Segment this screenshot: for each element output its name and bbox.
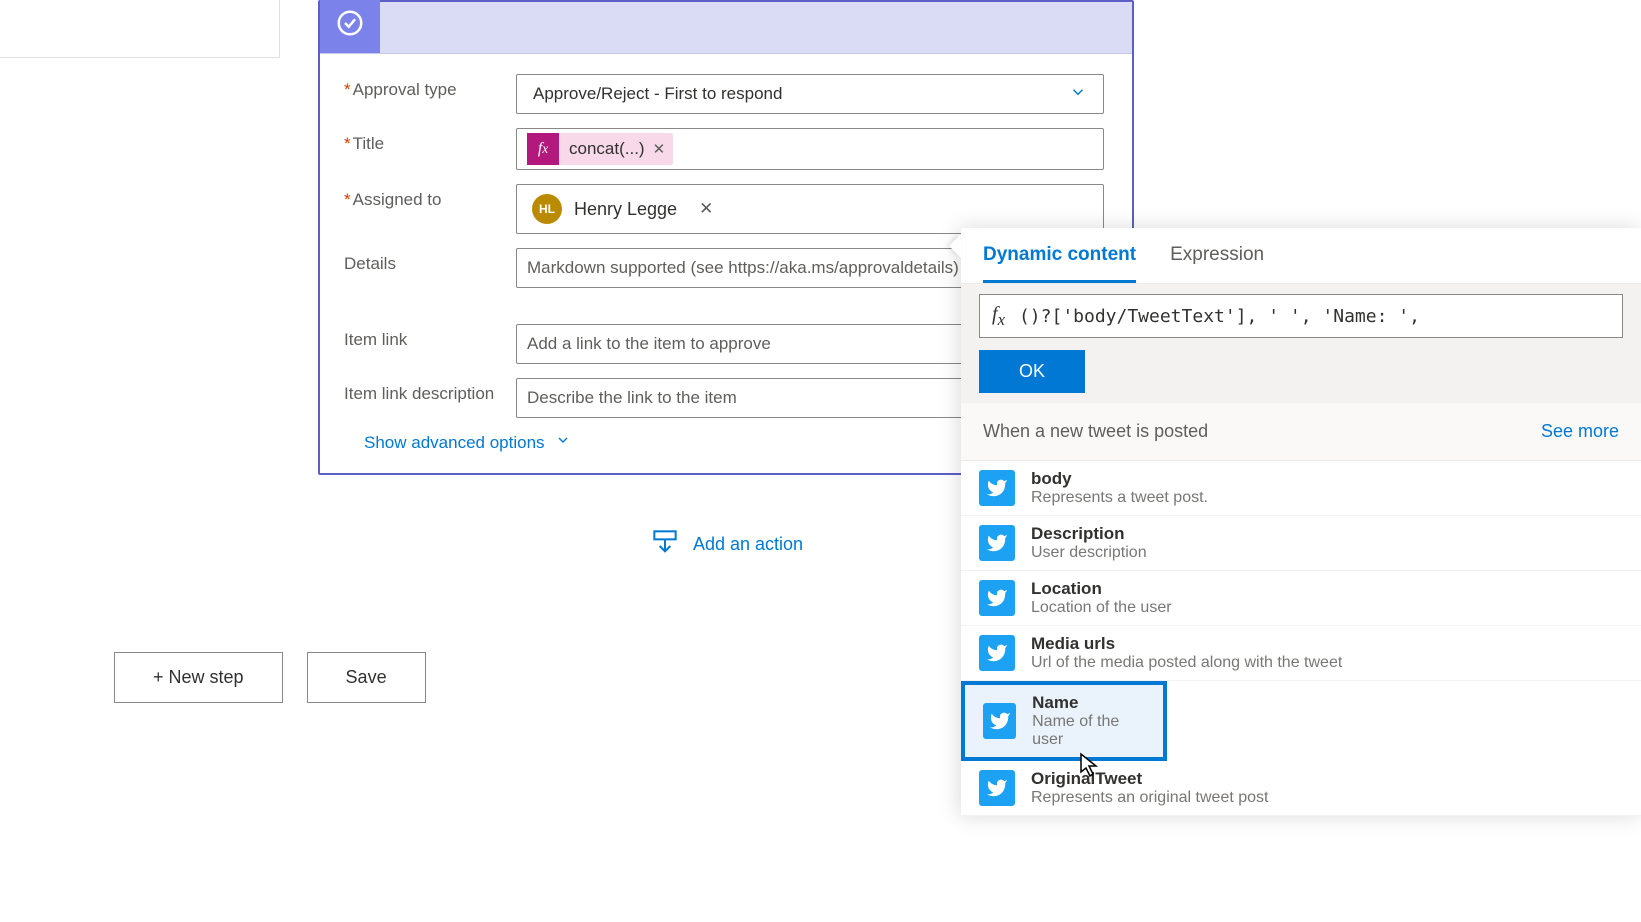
new-step-button[interactable]: + New step [114, 652, 283, 703]
dc-desc: Location of the user [1031, 599, 1172, 617]
dynamic-content-popup: Dynamic content Expression fx ()?['body/… [961, 228, 1641, 816]
person-chip[interactable]: HL Henry Legge ✕ [525, 191, 720, 227]
remove-person-icon[interactable]: ✕ [699, 199, 713, 219]
expression-input[interactable]: fx ()?['body/TweetText'], ' ', 'Name: ', [979, 294, 1623, 338]
details-label: Details [344, 254, 396, 273]
title-label: Title [353, 134, 385, 153]
chevron-down-icon [1069, 83, 1087, 106]
trigger-title: When a new tweet is posted [983, 421, 1208, 442]
twitter-icon [979, 470, 1015, 506]
save-button[interactable]: Save [307, 652, 426, 703]
add-action-button[interactable]: Add an action [649, 526, 803, 563]
trigger-section-header: When a new tweet is posted See more [961, 403, 1641, 461]
approval-type-value: Approve/Reject - First to respond [533, 84, 782, 104]
dc-desc: User description [1031, 544, 1147, 562]
see-more-link[interactable]: See more [1541, 421, 1619, 442]
item-link-desc-placeholder: Describe the link to the item [527, 388, 737, 408]
ok-button[interactable]: OK [979, 350, 1085, 393]
twitter-icon [983, 703, 1016, 739]
dc-desc: Represents a tweet post. [1031, 489, 1208, 507]
approval-type-label: Approval type [353, 80, 457, 99]
dc-desc: Represents an original tweet post [1031, 789, 1268, 807]
popup-tabs: Dynamic content Expression [961, 228, 1641, 284]
tab-expression[interactable]: Expression [1170, 244, 1264, 283]
dc-item-description[interactable]: Description User description [961, 516, 1641, 571]
details-placeholder: Markdown supported (see https://aka.ms/a… [527, 258, 959, 278]
item-link-placeholder: Add a link to the item to approve [527, 334, 771, 354]
assigned-to-row: *Assigned to HL Henry Legge ✕ [344, 184, 1104, 234]
dc-title: Location [1031, 579, 1172, 599]
tab-dynamic-content[interactable]: Dynamic content [983, 244, 1136, 283]
expression-text: ()?['body/TweetText'], ' ', 'Name: ', [1019, 306, 1420, 327]
fx-icon: fx [527, 133, 559, 165]
dc-item-location[interactable]: Location Location of the user [961, 571, 1641, 626]
item-link-label: Item link [344, 330, 407, 349]
dc-item-original-tweet[interactable]: OriginalTweet Represents an original twe… [961, 761, 1641, 816]
twitter-icon [979, 580, 1015, 616]
token-label: concat(...) [569, 139, 645, 159]
popup-arrow [949, 234, 961, 258]
twitter-icon [979, 635, 1015, 671]
dc-item-media-urls[interactable]: Media urls Url of the media posted along… [961, 626, 1641, 681]
add-action-label: Add an action [693, 534, 803, 555]
dc-title: Name [1032, 693, 1145, 713]
dc-title: OriginalTweet [1031, 769, 1268, 789]
assigned-to-input[interactable]: HL Henry Legge ✕ [516, 184, 1104, 234]
expression-token[interactable]: fx concat(...) ✕ [527, 133, 673, 165]
fx-icon: fx [992, 303, 1005, 330]
dynamic-content-list: body Represents a tweet post. Descriptio… [961, 461, 1641, 816]
approval-icon [320, 0, 380, 53]
dc-desc: Url of the media posted along with the t… [1031, 654, 1342, 672]
remove-token-icon[interactable]: ✕ [653, 140, 666, 158]
item-link-desc-label: Item link description [344, 384, 494, 403]
footer-buttons: + New step Save [114, 652, 426, 703]
person-name: Henry Legge [574, 199, 677, 220]
card-header[interactable] [320, 2, 1132, 54]
dc-title: Description [1031, 524, 1147, 544]
twitter-icon [979, 770, 1015, 806]
expression-area: fx ()?['body/TweetText'], ' ', 'Name: ',… [961, 284, 1641, 403]
dc-item-body[interactable]: body Represents a tweet post. [961, 461, 1641, 516]
title-row: *Title fx concat(...) ✕ [344, 128, 1104, 170]
approval-type-row: *Approval type Approve/Reject - First to… [344, 74, 1104, 114]
twitter-icon [979, 525, 1015, 561]
chevron-down-icon [555, 432, 571, 453]
title-input[interactable]: fx concat(...) ✕ [516, 128, 1104, 170]
advanced-label: Show advanced options [364, 433, 545, 453]
dc-title: Media urls [1031, 634, 1342, 654]
approval-type-select[interactable]: Approve/Reject - First to respond [516, 74, 1104, 114]
assigned-to-label: Assigned to [353, 190, 442, 209]
dc-item-name[interactable]: Name Name of the user [961, 681, 1167, 761]
avatar: HL [532, 194, 562, 224]
dc-title: body [1031, 469, 1208, 489]
dc-desc: Name of the user [1032, 713, 1145, 749]
left-side-panel [0, 0, 280, 58]
add-action-icon [649, 526, 681, 563]
